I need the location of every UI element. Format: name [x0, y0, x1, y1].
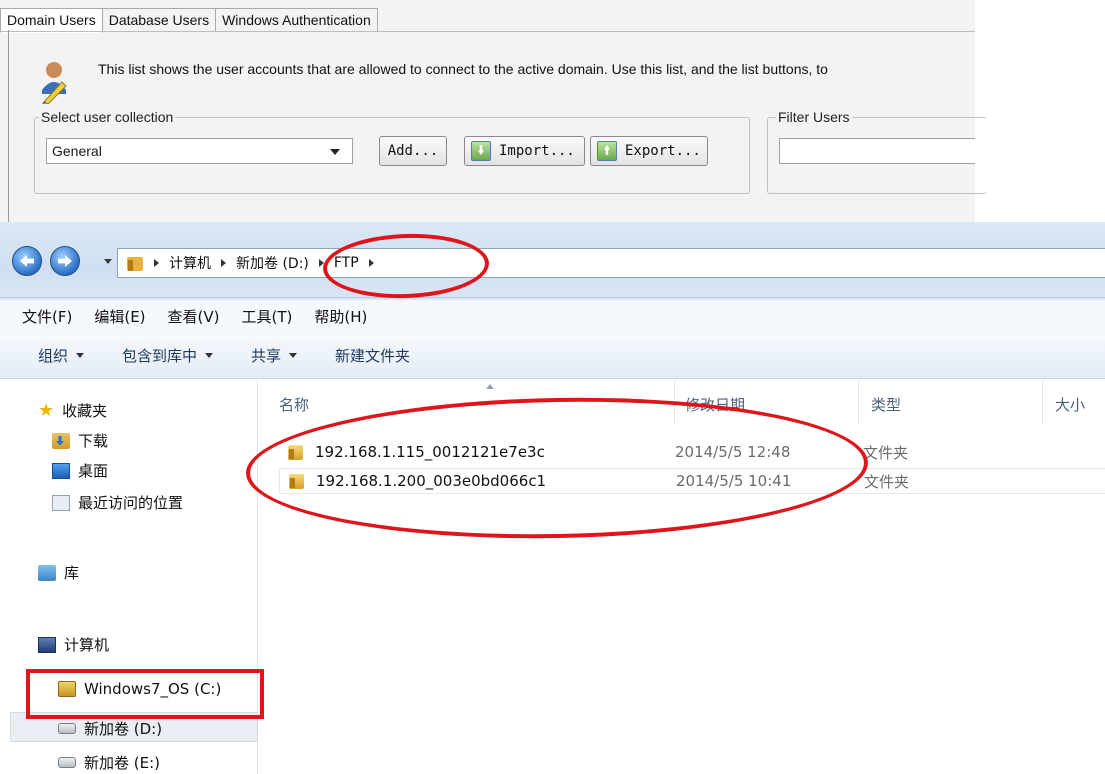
share-label: 共享	[251, 347, 282, 365]
hard-drive-icon	[58, 723, 76, 734]
include-in-library-label: 包含到库中	[122, 347, 198, 365]
filter-users-input[interactable]	[779, 138, 975, 164]
nav-libraries[interactable]: 库	[38, 562, 79, 583]
menu-edit[interactable]: 编辑(E)	[94, 306, 145, 327]
nav-computer-label: 计算机	[64, 636, 110, 654]
downloads-icon	[52, 432, 70, 449]
star-icon: ★	[38, 400, 55, 421]
file-type: 文件夹	[864, 472, 910, 491]
forward-arrow-icon	[58, 255, 72, 267]
nav-favorites[interactable]: ★ 收藏夹	[38, 400, 107, 421]
breadcrumb-separator-icon	[154, 259, 159, 267]
collection-select-value: General	[52, 143, 102, 159]
nav-drive-e[interactable]: 新加卷 (E:)	[58, 752, 160, 773]
desktop-icon	[52, 462, 70, 479]
export-icon	[597, 141, 617, 161]
nav-bar-divider	[0, 297, 1105, 298]
tab-strip: Domain Users Database Users Windows Auth…	[0, 8, 378, 33]
chevron-down-icon	[330, 149, 340, 155]
column-header-type[interactable]: 类型	[859, 380, 1043, 424]
panel-border	[8, 30, 9, 222]
chevron-down-icon	[76, 353, 85, 358]
chevron-down-icon	[205, 353, 214, 358]
menu-view[interactable]: 查看(V)	[168, 306, 220, 327]
import-icon	[471, 141, 491, 161]
column-header-size[interactable]: 大小	[1043, 380, 1105, 424]
navigation-bar: 计算机 新加卷 (D:) FTP	[0, 222, 1105, 300]
select-collection-legend: Select user collection	[39, 109, 176, 125]
share-button[interactable]: 共享	[251, 345, 298, 366]
export-button[interactable]: Export...	[590, 136, 708, 166]
folder-icon	[127, 257, 143, 271]
chevron-down-icon	[289, 353, 298, 358]
info-text: This list shows the user accounts that a…	[98, 61, 828, 77]
add-button[interactable]: Add...	[379, 136, 447, 166]
breadcrumb-drive-d[interactable]: 新加卷 (D:)	[236, 253, 309, 273]
nav-computer[interactable]: 计算机	[38, 634, 109, 655]
import-button-label: Import...	[499, 143, 575, 159]
breadcrumb-separator-icon[interactable]	[221, 259, 226, 267]
menu-help[interactable]: 帮助(H)	[314, 306, 367, 327]
organize-label: 组织	[38, 347, 69, 365]
filter-users-legend: Filter Users	[776, 109, 852, 125]
nav-recent-places[interactable]: 最近访问的位置	[52, 492, 183, 513]
import-button[interactable]: Import...	[464, 136, 585, 166]
include-in-library-button[interactable]: 包含到库中	[122, 345, 214, 366]
user-edit-icon	[42, 62, 67, 104]
sort-ascending-icon	[486, 384, 494, 389]
tab-windows-authentication[interactable]: Windows Authentication	[216, 8, 378, 32]
nav-downloads-label: 下载	[78, 432, 109, 450]
address-bar[interactable]: 计算机 新加卷 (D:) FTP	[117, 248, 1105, 278]
hard-drive-icon	[58, 757, 76, 768]
menu-tools[interactable]: 工具(T)	[242, 306, 293, 327]
library-icon	[38, 564, 56, 581]
annotation-rect-drive-c	[26, 669, 264, 719]
nav-downloads[interactable]: 下载	[52, 430, 108, 451]
user-management-panel: Domain Users Database Users Windows Auth…	[0, 0, 987, 222]
nav-favorites-label: 收藏夹	[62, 402, 108, 420]
command-bar: 组织 包含到库中 共享 新建文件夹	[0, 333, 1105, 379]
file-type: 文件夹	[863, 443, 909, 462]
new-folder-button[interactable]: 新建文件夹	[335, 345, 410, 366]
organize-button[interactable]: 组织	[38, 345, 85, 366]
collection-select[interactable]: General	[46, 138, 353, 164]
export-button-label: Export...	[625, 143, 701, 159]
menu-bar: 文件(F) 编辑(E) 查看(V) 工具(T) 帮助(H)	[0, 300, 1105, 333]
nav-drive-d[interactable]: 新加卷 (D:)	[58, 718, 162, 739]
menu-file[interactable]: 文件(F)	[22, 306, 72, 327]
screenshot-root: Domain Users Database Users Windows Auth…	[0, 0, 1105, 774]
nav-desktop[interactable]: 桌面	[52, 460, 108, 481]
column-name-label: 名称	[279, 396, 310, 414]
nav-drive-e-label: 新加卷 (E:)	[84, 754, 161, 772]
nav-drive-d-label: 新加卷 (D:)	[84, 720, 163, 738]
tab-domain-users[interactable]: Domain Users	[0, 8, 103, 33]
breadcrumb-computer[interactable]: 计算机	[169, 253, 211, 273]
nav-libraries-label: 库	[64, 564, 80, 582]
tab-divider	[0, 31, 975, 32]
back-arrow-icon	[20, 255, 34, 267]
column-size-label: 大小	[1055, 396, 1086, 414]
recent-pages-dropdown-icon[interactable]	[104, 259, 112, 264]
forward-button[interactable]	[50, 246, 80, 276]
tab-database-users[interactable]: Database Users	[102, 8, 217, 32]
new-folder-label: 新建文件夹	[335, 347, 411, 365]
column-type-label: 类型	[871, 396, 902, 414]
computer-icon	[38, 636, 56, 653]
nav-recent-label: 最近访问的位置	[78, 494, 184, 512]
nav-desktop-label: 桌面	[78, 462, 109, 480]
recent-places-icon	[52, 494, 70, 511]
back-button[interactable]	[12, 246, 42, 276]
